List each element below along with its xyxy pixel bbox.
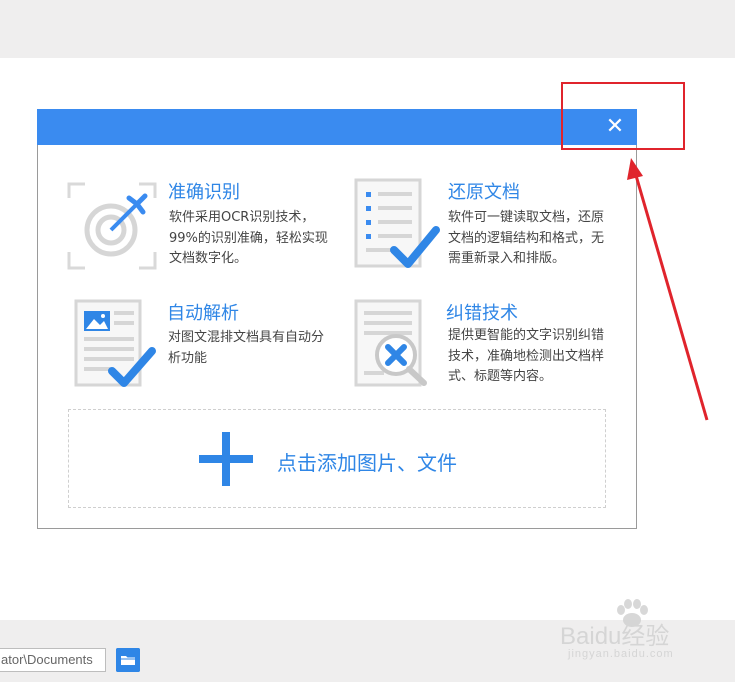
feature-title-error-correct: 纠错技术 xyxy=(446,303,518,324)
annotation-highlight-box xyxy=(561,82,685,150)
feature-desc-restore: 软件可一键读取文档，还原文档的逻辑结构和格式，无需重新录入和排版。 xyxy=(448,210,605,266)
path-field[interactable]: ator\Documents xyxy=(0,648,106,672)
image-document-check-icon xyxy=(74,299,156,387)
feature-desc-accurate: 软件采用OCR识别技术，99%的识别准确，轻松实现文档数字化。 xyxy=(169,210,328,266)
feature-title-accurate: 准确识别 xyxy=(168,182,240,203)
document-magnifier-error-icon xyxy=(354,299,427,387)
watermark: Baidu经验 jingyan.baidu.com xyxy=(560,598,710,668)
folder-icon[interactable] xyxy=(116,648,140,672)
feature-title-restore: 还原文档 xyxy=(448,182,520,203)
watermark-logo: Baidu经验 xyxy=(560,623,670,650)
target-arrow-icon xyxy=(67,182,157,270)
document-check-icon xyxy=(354,178,440,268)
ocr-dialog: ✕ 准确识别 软件采用OCR识别技术，99%的识别准确，轻松实现文档数字化。 还… xyxy=(37,109,637,529)
add-file-dropzone[interactable]: 点击添加图片、文件 xyxy=(68,409,606,508)
dialog-header: ✕ xyxy=(37,109,637,145)
add-file-label: 点击添加图片、文件 xyxy=(277,451,457,475)
feature-title-auto-parse: 自动解析 xyxy=(167,303,239,324)
plus-icon xyxy=(199,432,253,486)
top-background xyxy=(0,0,735,58)
watermark-url: jingyan.baidu.com xyxy=(568,648,674,660)
feature-desc-auto-parse: 对图文混排文档具有自动分析功能 xyxy=(168,330,325,366)
feature-desc-error-correct: 提供更智能的文字识别纠错技术，准确地检测出文档样式、标题等内容。 xyxy=(448,328,605,384)
annotation-arrow-icon xyxy=(627,158,709,421)
